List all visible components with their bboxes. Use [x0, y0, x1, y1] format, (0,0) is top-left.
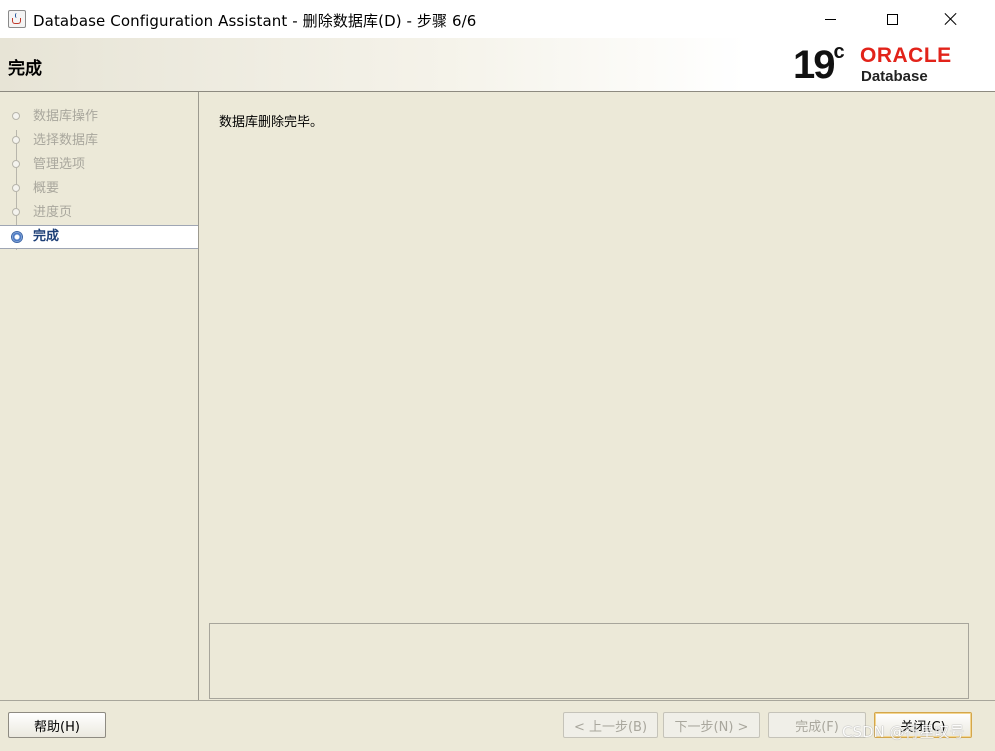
close-icon	[944, 12, 958, 26]
step-label: 进度页	[33, 205, 73, 220]
back-button[interactable]: < 上一步(B)	[563, 712, 658, 738]
step-label: 完成	[33, 229, 60, 244]
step-label: 数据库操作	[33, 109, 99, 124]
completion-message: 数据库删除完毕。	[219, 115, 324, 130]
logo-version-suffix: c	[833, 40, 845, 63]
minimize-icon	[824, 18, 836, 20]
step-item-db-operation: 数据库操作	[0, 105, 198, 129]
step-current-icon	[11, 231, 23, 243]
step-item-summary: 概要	[0, 177, 198, 201]
step-done-icon	[12, 112, 20, 120]
step-item-finish: 完成	[0, 225, 198, 249]
main-content: 数据库删除完毕。	[200, 92, 995, 700]
java-app-icon	[8, 10, 26, 28]
window-titlebar: Database Configuration Assistant - 删除数据库…	[0, 0, 995, 38]
help-button[interactable]: 帮助(H)	[8, 712, 106, 738]
details-text-area[interactable]	[209, 623, 969, 699]
oracle-product-name: Database	[861, 68, 928, 85]
step-item-management-options: 管理选项	[0, 153, 198, 177]
maximize-button[interactable]	[869, 0, 915, 38]
close-window-button[interactable]	[928, 0, 974, 38]
step-done-icon	[12, 184, 20, 192]
step-label: 管理选项	[33, 157, 86, 172]
step-done-icon	[12, 160, 20, 168]
step-label: 概要	[33, 181, 60, 196]
logo-version-number: 19	[793, 43, 835, 87]
step-header: 完成 19c ORACLE Database	[0, 38, 995, 92]
page-title: 完成	[8, 59, 42, 79]
steps-sidebar: 数据库操作 选择数据库 管理选项 概要 进度页 完成	[0, 92, 199, 700]
window-title: Database Configuration Assistant - 删除数据库…	[33, 12, 477, 30]
next-button[interactable]: 下一步(N) >	[663, 712, 760, 738]
maximize-icon	[886, 13, 898, 25]
minimize-button[interactable]	[807, 0, 853, 38]
step-done-icon	[12, 136, 20, 144]
csdn-watermark: CSDN @行星叹号	[842, 723, 965, 741]
oracle-version-logo: 19c	[793, 40, 845, 88]
step-item-select-db: 选择数据库	[0, 129, 198, 153]
step-label: 选择数据库	[33, 133, 99, 148]
oracle-brand-logo: ORACLE	[860, 44, 952, 67]
step-item-progress: 进度页	[0, 201, 198, 225]
step-list: 数据库操作 选择数据库 管理选项 概要 进度页 完成	[0, 105, 198, 250]
step-done-icon	[12, 208, 20, 216]
